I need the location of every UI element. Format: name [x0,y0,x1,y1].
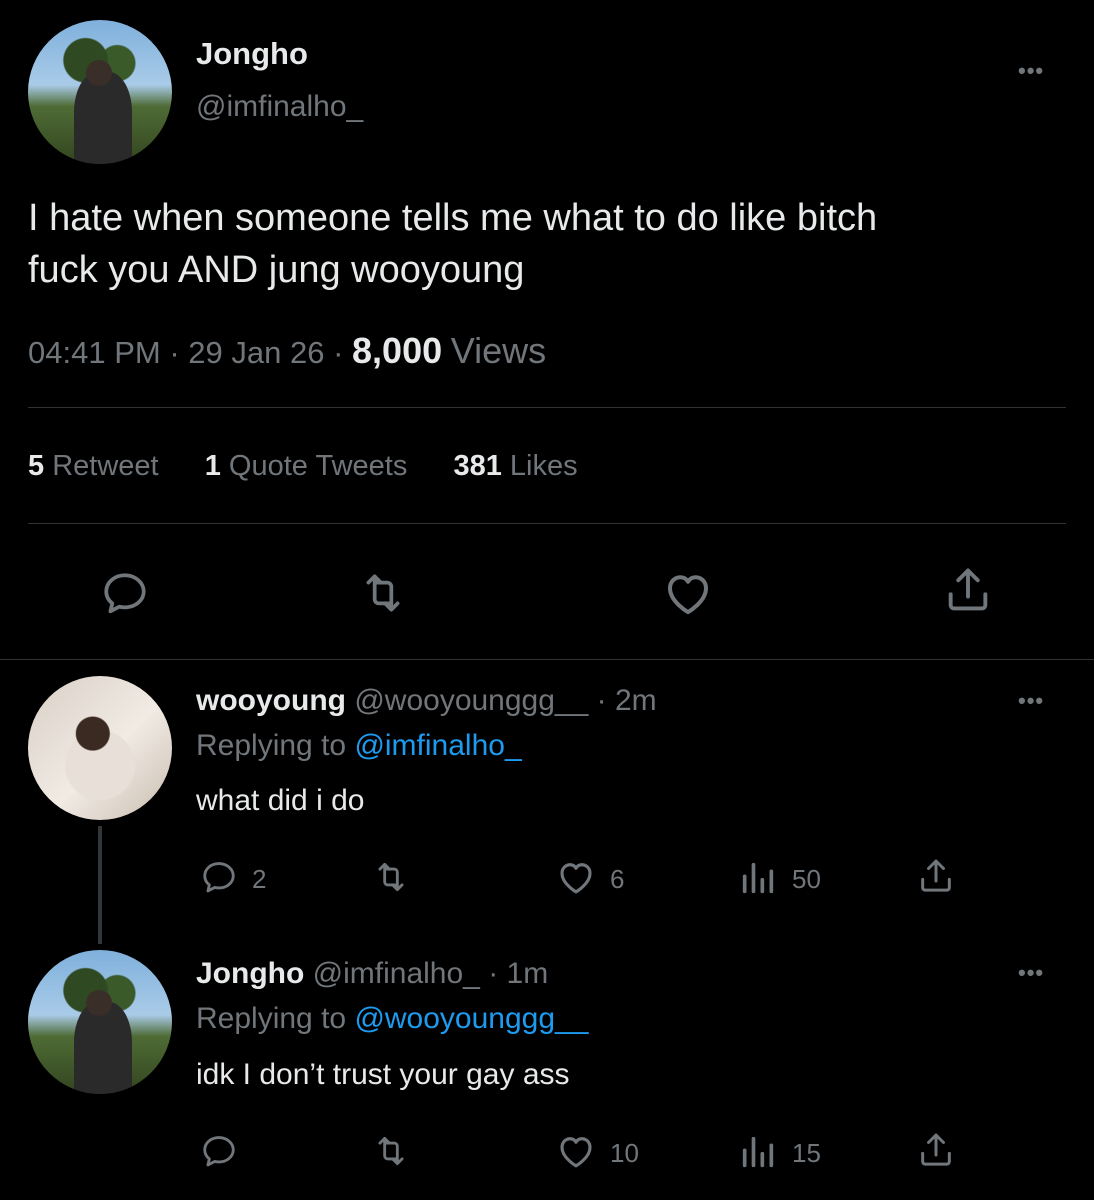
more-options-icon[interactable]: ••• [1018,58,1044,84]
more-options-icon[interactable]: ••• [1018,688,1044,714]
replying-to-link[interactable]: @imfinalho_ [354,729,521,762]
retweet-icon[interactable] [356,568,410,618]
retweets-count: 5 [28,450,45,482]
like-count: 10 [610,1138,639,1168]
avatar-head [85,60,112,87]
retweet-icon[interactable] [370,858,412,896]
view-count: 15 [792,1138,821,1168]
author-display-name[interactable]: Jongho [196,36,308,72]
tweet-time[interactable]: 04:41 PM [28,335,161,370]
reply-icon[interactable] [200,1132,238,1170]
replying-to: Replying to @wooyounggg__ [196,1002,588,1036]
tweet-text-line: I hate when someone tells me what to do … [28,197,878,239]
share-icon[interactable] [916,1130,956,1170]
thread-line [98,826,102,944]
avatar-figure [74,1001,132,1094]
reply-icon[interactable] [200,858,238,896]
tweet-text: I hate when someone tells me what to do … [28,192,877,296]
retweets-stat[interactable]: 5 Retweet [28,450,167,482]
tweet-meta: 04:41 PM · 29 Jan 26 · 8,000 Views [28,330,546,372]
reply-icon[interactable] [100,568,150,618]
tweet-date[interactable]: 29 Jan 26 [188,335,324,370]
divider [0,659,1094,660]
share-icon[interactable] [942,564,994,616]
quotes-label: Quote Tweets [228,450,408,482]
avatar[interactable] [28,950,172,1094]
heart-icon[interactable] [554,856,598,898]
meta-separator: · [169,335,180,370]
reply-text: what did i do [196,784,365,817]
reply-count: 2 [252,864,267,894]
reply-header: Jongho @imfinalho_ · 1m [196,957,548,991]
reply-handle[interactable]: @wooyounggg__ [354,684,588,717]
tweet-text-line: fuck you AND jung wooyoung [28,249,525,291]
author-handle[interactable]: @imfinalho_ [196,90,363,124]
views-icon[interactable] [738,1132,778,1172]
likes-stat[interactable]: 381 Likes [453,450,577,482]
reply-display-name[interactable]: Jongho [196,957,304,990]
likes-count: 381 [453,450,502,482]
views-count: 8,000 [352,330,443,371]
reply-handle[interactable]: @imfinalho_ [313,957,480,990]
views-label: Views [450,330,547,371]
heart-icon[interactable] [554,1130,598,1172]
reply-text: idk I don’t trust your gay ass [196,1058,570,1091]
divider [28,407,1066,408]
view-count: 50 [792,864,821,894]
reply-time[interactable]: · 2m [597,684,657,717]
quotes-stat[interactable]: 1 Quote Tweets [205,450,416,482]
avatar-figure [74,71,132,164]
share-icon[interactable] [916,856,956,896]
replying-to-link[interactable]: @wooyounggg__ [354,1002,588,1035]
replying-to-prefix: Replying to [196,729,347,762]
divider [28,523,1066,524]
more-options-icon[interactable]: ••• [1018,960,1044,986]
views-icon[interactable] [738,858,778,898]
avatar-head [85,990,112,1017]
reply-time[interactable]: · 1m [488,957,548,990]
reply-header: wooyoung @wooyounggg__ · 2m [196,684,657,718]
engagement-stats: 5 Retweet 1 Quote Tweets 381 Likes [28,450,578,483]
quotes-count: 1 [204,450,221,482]
retweet-icon[interactable] [370,1132,412,1170]
reply-display-name[interactable]: wooyoung [196,684,346,717]
replying-to: Replying to @imfinalho_ [196,729,522,763]
replying-to-prefix: Replying to [196,1002,347,1035]
avatar[interactable] [28,20,172,164]
meta-separator: · [333,335,344,370]
likes-label: Likes [509,450,578,482]
heart-icon[interactable] [660,566,716,620]
retweets-label: Retweet [52,450,159,482]
like-count: 6 [610,864,625,894]
avatar[interactable] [28,676,172,820]
